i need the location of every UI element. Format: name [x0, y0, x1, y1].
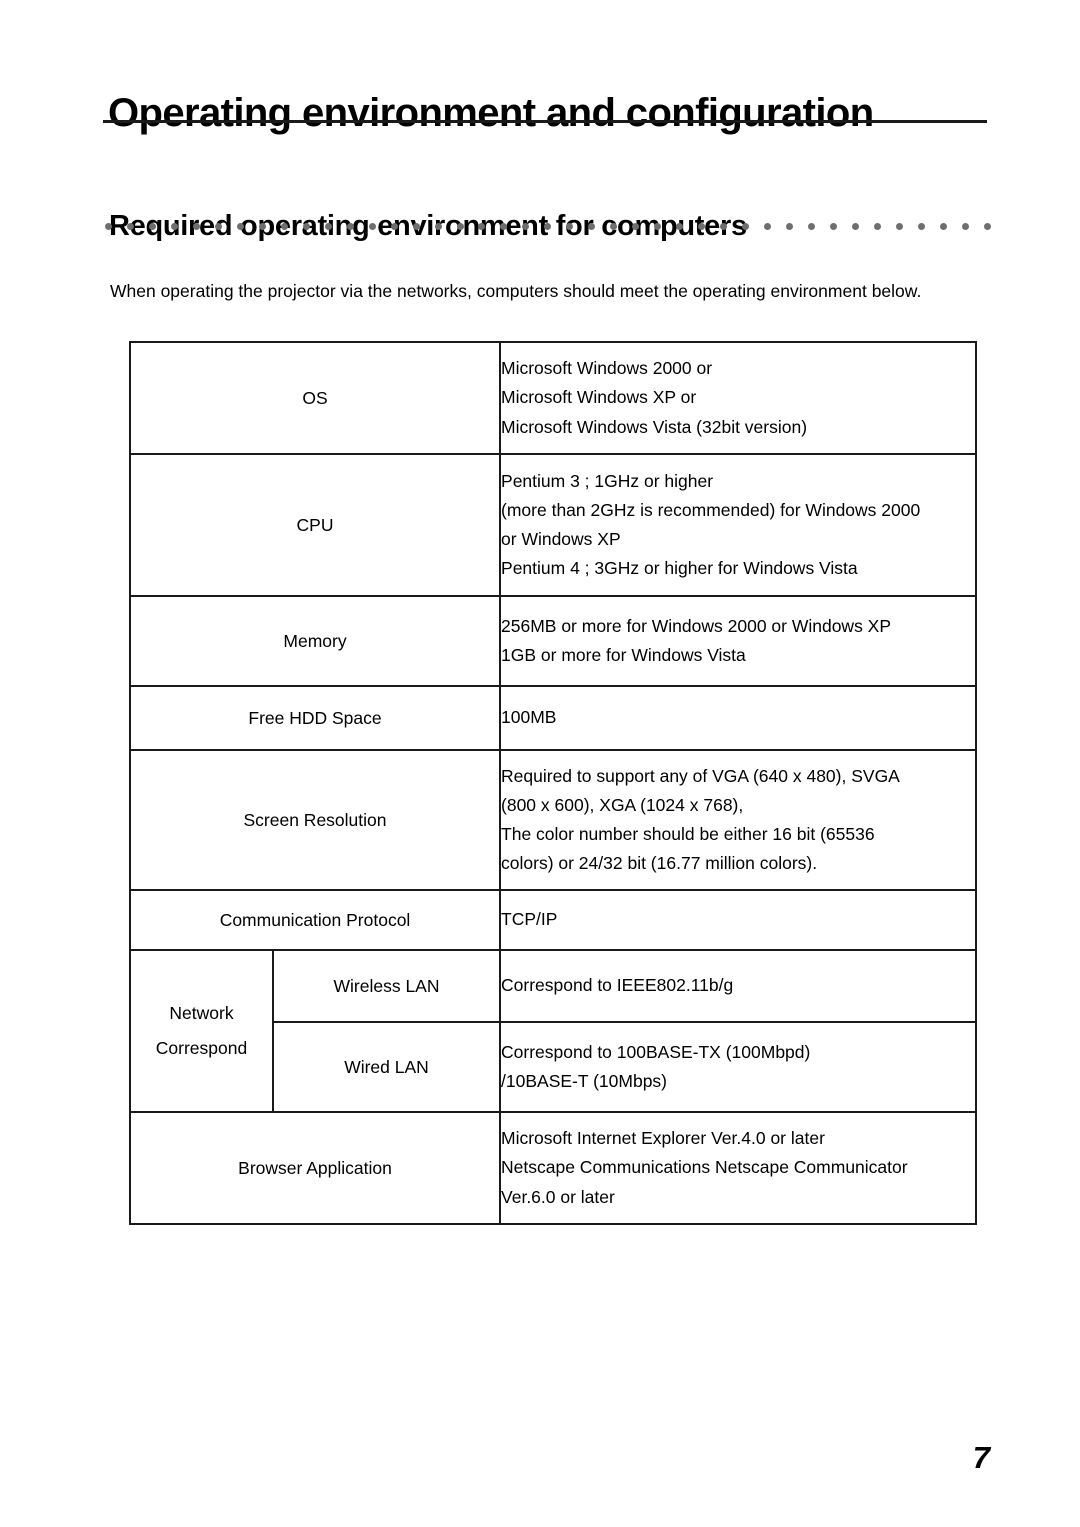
divider-dot: [588, 223, 596, 230]
table-row: CPU Pentium 3 ; 1GHz or higher (more tha…: [128, 453, 978, 597]
value-line: Netscape Communications Netscape Communi…: [501, 1157, 908, 1178]
sub-row-label-wired-lan: Wired LAN: [271, 1021, 502, 1113]
sub-row-value-wireless-lan: Correspond to IEEE802.11b/g: [499, 949, 978, 1023]
network-label-line-2: Correspond: [155, 1038, 248, 1058]
value-line: Microsoft Windows XP or: [501, 387, 697, 408]
divider-dot: [829, 223, 837, 230]
row-value-os: Microsoft Windows 2000 or Microsoft Wind…: [499, 341, 978, 455]
divider-dot: [478, 223, 486, 230]
divider-dot: [610, 223, 618, 230]
intro-paragraph: When operating the projector via the net…: [110, 277, 994, 305]
divider-dot: [654, 223, 662, 230]
row-label-free-hdd-space: Free HDD Space: [128, 685, 502, 751]
value-line: TCP/IP: [501, 909, 558, 930]
divider-dot: [192, 223, 200, 230]
divider-dot: [851, 223, 859, 230]
row-value-cpu: Pentium 3 ; 1GHz or higher (more than 2G…: [499, 453, 978, 597]
divider-dot: [105, 223, 112, 230]
row-value-communication-protocol: TCP/IP: [499, 889, 978, 951]
dotted-divider: [105, 222, 991, 231]
divider-dot: [258, 223, 266, 230]
page-number: 7: [972, 1440, 990, 1475]
sub-row-value-wired-lan: Correspond to 100BASE-TX (100Mbpd) /10BA…: [499, 1021, 978, 1113]
value-line: Ver.6.0 or later: [501, 1186, 615, 1207]
row-label-screen-resolution: Screen Resolution: [128, 749, 502, 891]
divider-dot: [720, 223, 728, 230]
table-row: Browser Application Microsoft Internet E…: [128, 1111, 978, 1225]
value-line: 100MB: [501, 707, 557, 728]
value-line: Correspond to 100BASE-TX (100Mbpd): [501, 1041, 811, 1062]
divider-dot: [895, 223, 903, 230]
row-value-screen-resolution: Required to support any of VGA (640 x 48…: [499, 749, 978, 891]
divider-dot: [742, 223, 750, 230]
divider-dot: [786, 223, 794, 230]
row-label-cpu: CPU: [128, 453, 502, 597]
row-label-os: OS: [128, 341, 502, 455]
divider-dot: [236, 223, 244, 230]
divider-dot: [434, 223, 442, 230]
table-row: OS Microsoft Windows 2000 or Microsoft W…: [128, 341, 978, 455]
intro-line-2: below.: [871, 280, 922, 301]
value-line: (more than 2GHz is recommended) for Wind…: [501, 499, 921, 520]
divider-dot: [390, 223, 398, 230]
divider-dot: [412, 223, 420, 230]
row-label-network-correspond: Network Correspond: [129, 949, 274, 1113]
divider-dot: [939, 223, 947, 230]
divider-dot: [500, 223, 508, 230]
divider-dot: [698, 223, 706, 230]
requirements-table: OS Microsoft Windows 2000 or Microsoft W…: [128, 341, 978, 1225]
divider-dot: [126, 223, 134, 230]
value-line: colors) or 24/32 bit (16.77 million colo…: [501, 853, 818, 874]
divider-dot: [346, 223, 354, 230]
divider-dot: [368, 223, 376, 230]
divider-dot: [983, 223, 991, 230]
row-label-communication-protocol: Communication Protocol: [128, 889, 502, 951]
row-value-browser-application: Microsoft Internet Explorer Ver.4.0 or l…: [499, 1111, 978, 1225]
table-row: Screen Resolution Required to support an…: [128, 749, 978, 891]
divider-dot: [566, 223, 574, 230]
divider-dot: [148, 223, 156, 230]
row-value-memory: 256MB or more for Windows 2000 or Window…: [499, 595, 978, 687]
divider-dot: [632, 223, 640, 230]
value-line: Pentium 3 ; 1GHz or higher: [501, 470, 714, 491]
value-line: Microsoft Internet Explorer Ver.4.0 or l…: [501, 1128, 825, 1149]
divider-dot: [676, 223, 684, 230]
divider-dot: [170, 223, 178, 230]
table-row: Communication Protocol TCP/IP: [128, 889, 978, 951]
value-line: 1GB or more for Windows Vista: [501, 645, 746, 665]
value-line: Pentium 4 ; 3GHz or higher for Windows V…: [501, 558, 858, 579]
divider-dot: [873, 223, 881, 230]
divider-dot: [324, 223, 332, 230]
intro-line-1: When operating the projector via the net…: [110, 280, 867, 301]
row-value-free-hdd-space: 100MB: [499, 685, 978, 751]
divider-dot: [961, 223, 969, 230]
value-line: /10BASE-T (10Mbps): [501, 1071, 668, 1091]
divider-dot: [764, 223, 772, 230]
value-line: Correspond to IEEE802.11b/g: [501, 975, 734, 996]
divider-dot: [280, 223, 288, 230]
row-label-memory: Memory: [128, 595, 502, 687]
divider-dot: [522, 223, 530, 230]
value-line: or Windows XP: [501, 529, 621, 549]
table-row: Free HDD Space 100MB: [128, 685, 978, 751]
divider-dot: [544, 223, 552, 230]
row-label-browser-application: Browser Application: [128, 1111, 502, 1225]
table-row: Network Correspond Wireless LAN Correspo…: [129, 949, 978, 1113]
value-line: (800 x 600), XGA (1024 x 768),: [501, 794, 744, 815]
title-divider: [103, 120, 987, 123]
divider-dot: [302, 223, 310, 230]
page-title: Operating environment and configuration: [108, 90, 874, 135]
divider-dot: [917, 223, 925, 230]
network-label-line-1: Network: [169, 1003, 234, 1023]
divider-dot: [214, 223, 222, 230]
value-line: The color number should be either 16 bit…: [501, 824, 875, 844]
value-line: Microsoft Windows 2000 or: [501, 358, 713, 379]
value-line: 256MB or more for Windows 2000 or Window…: [501, 615, 892, 636]
divider-dot: [808, 223, 815, 230]
value-line: Required to support any of VGA (640 x 48…: [501, 765, 900, 786]
value-line: Microsoft Windows Vista (32bit version): [501, 416, 808, 437]
sub-row-label-wireless-lan: Wireless LAN: [271, 949, 502, 1023]
divider-dot: [456, 223, 464, 230]
table-row: Memory 256MB or more for Windows 2000 or…: [128, 595, 978, 687]
